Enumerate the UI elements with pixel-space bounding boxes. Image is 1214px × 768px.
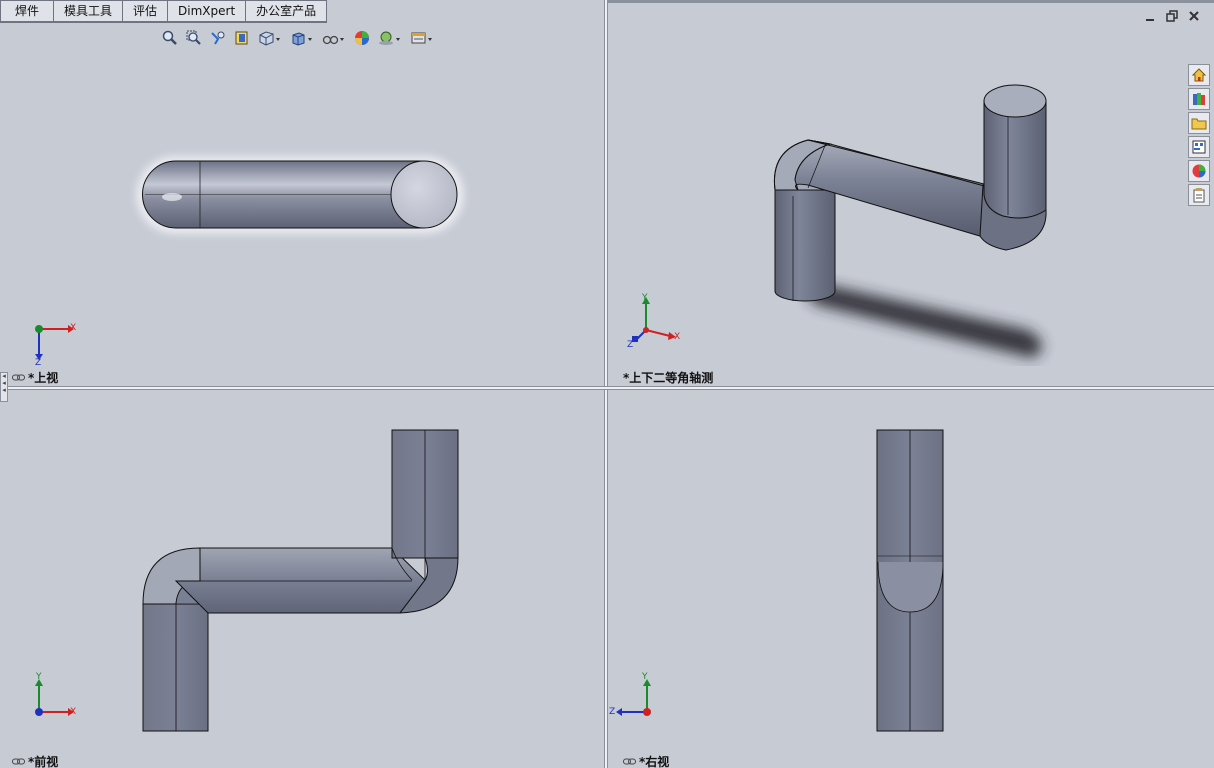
tab-evaluate[interactable]: 评估 — [122, 0, 169, 23]
axis-x-label-front: X — [70, 707, 77, 717]
right-view-model — [876, 429, 944, 732]
tab-office-products[interactable]: 办公室产品 — [245, 0, 328, 23]
axis-x-label: X — [70, 323, 77, 333]
viewport-top[interactable]: X Z *上视 — [0, 0, 604, 386]
view-label-top: *上视 — [12, 369, 58, 386]
view-name-right: *右视 — [639, 755, 670, 768]
tab-dimxpert[interactable]: DimXpert — [167, 0, 247, 23]
view-label-iso: *上下二等角轴测 — [623, 369, 713, 386]
link-icon — [12, 758, 25, 764]
axis-y-label-front: Y — [36, 672, 42, 682]
isometric-view-model — [773, 84, 1047, 358]
vertical-splitter[interactable] — [604, 0, 608, 768]
view-label-front: *前视 — [12, 753, 58, 768]
view-name-top: *上视 — [28, 371, 59, 385]
feature-manager-collapse-handle[interactable]: ◂ ◂ ◂ — [0, 372, 8, 402]
viewport-top-border — [608, 0, 1214, 3]
command-manager-tabs: 焊件 模具工具 评估 DimXpert 办公室产品 — [0, 0, 328, 23]
top-view-model — [136, 156, 464, 234]
right-view-triad — [616, 679, 651, 716]
axis-z-label-iso: Z — [627, 340, 634, 350]
axis-z-label: Z — [35, 358, 42, 368]
link-icon — [12, 374, 25, 380]
tab-weldments[interactable]: 焊件 — [0, 0, 55, 23]
view-name-front: *前视 — [28, 755, 59, 768]
axis-z-label-right: Z — [609, 707, 616, 717]
view-name-iso: *上下二等角轴测 — [623, 371, 714, 385]
link-icon — [623, 758, 636, 764]
viewport-isometric[interactable]: Y X Z *上下二等角轴测 — [608, 0, 1214, 386]
tab-mold-tools[interactable]: 模具工具 — [53, 0, 124, 23]
axis-x-label-iso: X — [674, 332, 681, 342]
horizontal-splitter[interactable] — [0, 386, 1214, 390]
axis-y-label-iso: Y — [642, 293, 648, 303]
view-label-right: *右视 — [623, 753, 669, 768]
front-view-model — [142, 429, 459, 732]
axis-y-label-right: Y — [642, 672, 648, 682]
viewport-right[interactable]: Y Z *右视 — [608, 390, 1214, 768]
viewport-front[interactable]: Y X *前视 — [0, 390, 604, 768]
